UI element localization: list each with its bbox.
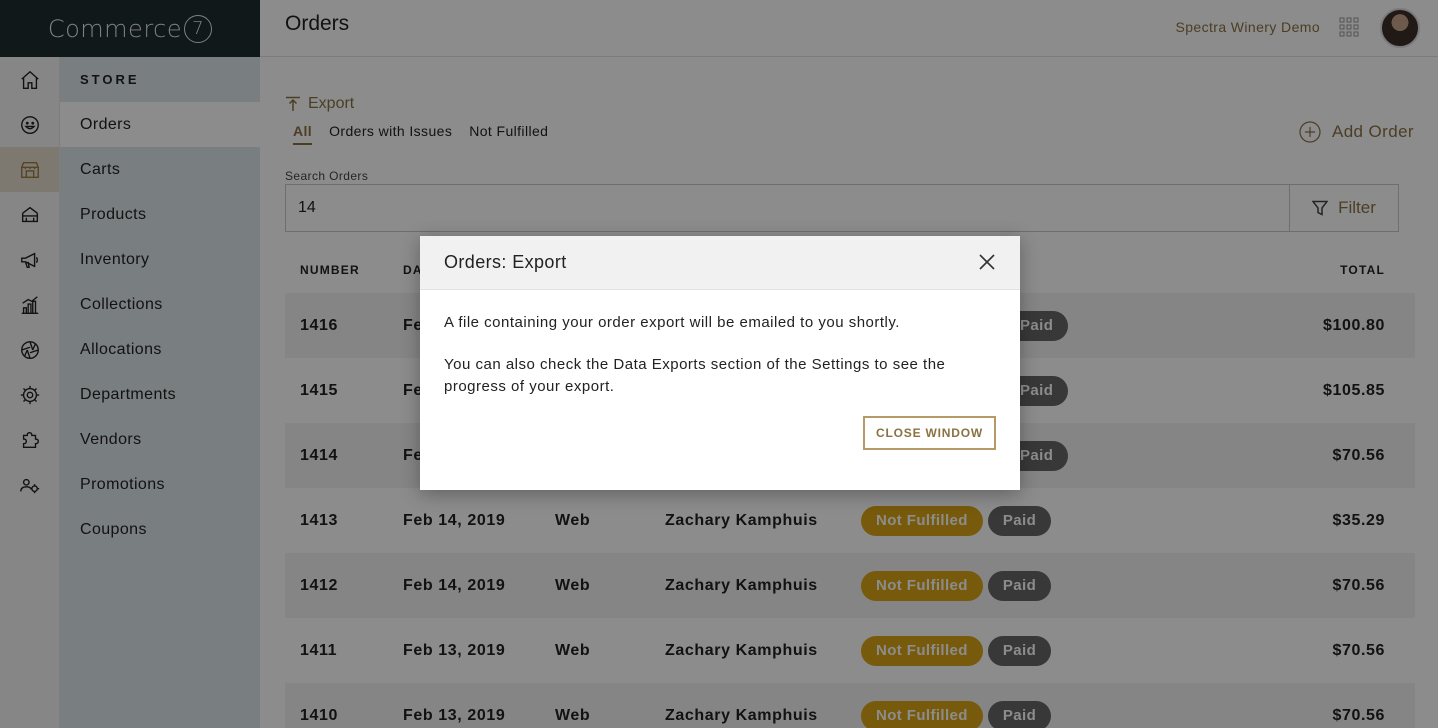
close-window-button[interactable]: CLOSE WINDOW [863,416,996,450]
dialog-message-secondary: You can also check the Data Exports sect… [444,356,946,395]
dialog-title: Orders: Export [444,252,567,272]
close-button[interactable] [978,253,996,271]
export-dialog: Orders: Export A file containing your or… [420,236,1020,490]
dialog-header: Orders: Export [420,236,1020,290]
close-icon [979,254,995,270]
dialog-body: A file containing your order export will… [420,290,1020,398]
dialog-message: A file containing your order export will… [444,314,900,331]
